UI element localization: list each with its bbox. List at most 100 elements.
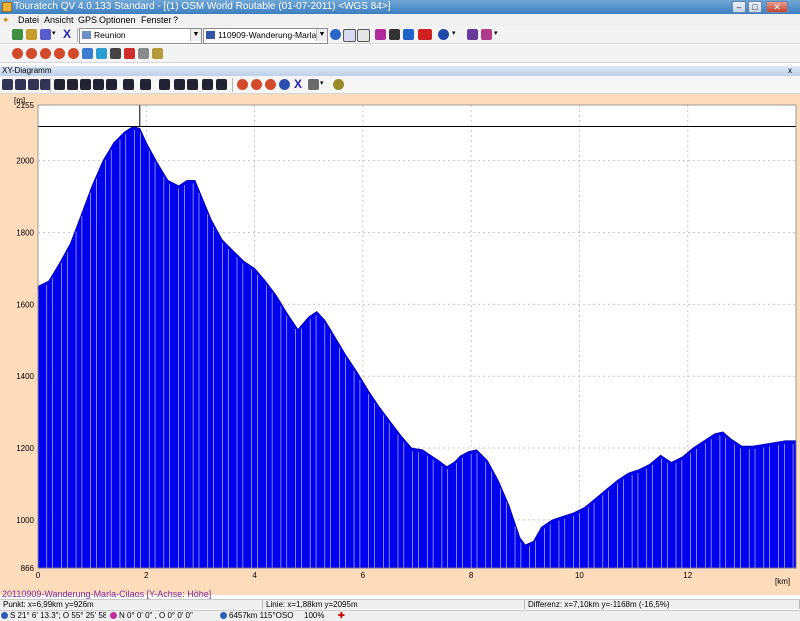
gps-icon[interactable] (40, 29, 51, 40)
compass-icon[interactable] (438, 29, 449, 40)
dropdown-arrow-icon[interactable]: ▾ (52, 30, 58, 37)
zoom-in-icon[interactable] (237, 79, 248, 90)
zoom-area-icon[interactable] (40, 48, 51, 59)
elevation-chart[interactable]: 866 1000 1200 1400 1600 1800 2000 2155 0 2 4 6 8 10 12 (0, 94, 800, 589)
region-select[interactable]: Reunion ▼ (79, 28, 202, 44)
zoom-in-icon[interactable] (12, 48, 23, 59)
tool-icon[interactable] (481, 29, 492, 40)
track-icon (206, 31, 215, 39)
zoom-fit-icon[interactable] (54, 48, 65, 59)
status-bar: Punkt: x=6,99km y=926m Linie: x=1,88km y… (0, 599, 800, 609)
target-icon (110, 612, 117, 620)
x-tick-label: 12 (683, 571, 692, 580)
y-height-icon[interactable] (54, 79, 65, 90)
chart-icon[interactable] (403, 29, 414, 40)
series-label: 20110909-Wanderung-Marla-Cilaos [Y-Achse… (2, 589, 212, 599)
zoom-toolbar (0, 45, 800, 63)
menu-datei[interactable]: Datei (18, 14, 39, 26)
dropdown-arrow-icon[interactable]: ▾ (320, 80, 326, 87)
gps-record-icon[interactable] (418, 29, 432, 40)
slope-icon[interactable] (216, 79, 227, 90)
refresh-icon[interactable] (96, 48, 107, 59)
layers-icon[interactable] (467, 29, 478, 40)
save-icon[interactable] (26, 29, 37, 40)
separator (50, 78, 51, 92)
binoculars-icon[interactable] (110, 48, 121, 59)
axis-speed-icon[interactable] (28, 79, 39, 90)
route-icon[interactable] (124, 48, 135, 59)
binoculars-icon[interactable] (389, 29, 400, 40)
zoom-out-icon[interactable] (26, 48, 37, 59)
delete-x-icon[interactable]: X (294, 78, 305, 90)
chevron-down-icon: ▼ (190, 29, 201, 41)
printer-icon[interactable] (308, 79, 319, 90)
close-button[interactable]: ✕ (766, 1, 788, 13)
dropdown-arrow-icon[interactable]: ▾ (494, 30, 500, 37)
menu-ansicht[interactable]: Ansicht (44, 14, 74, 26)
settings-icon[interactable] (138, 48, 149, 59)
y-heart-icon[interactable] (106, 79, 117, 90)
y-tick-label: 1600 (16, 300, 34, 309)
sum-icon[interactable] (123, 79, 134, 90)
diagram-toolbar: X ▾ (0, 76, 800, 94)
app-icon (2, 2, 12, 12)
map-icon (82, 31, 91, 39)
north-icon[interactable] (343, 29, 356, 42)
y-tick-label: 1400 (16, 372, 34, 381)
menu-optionen[interactable]: Optionen (99, 14, 136, 26)
smooth-icon[interactable] (159, 79, 170, 90)
globe-icon (1, 612, 8, 620)
status-coords: S 21° 6' 13.3"; O 55° 25' 58.9" (1, 611, 106, 621)
maximize-button[interactable]: □ (748, 1, 762, 13)
menu-doc-icon[interactable]: ✦ (2, 14, 10, 26)
status-zoom: 100% (304, 611, 325, 620)
y-climb-icon[interactable] (67, 79, 78, 90)
window-title: Touratech QV 4.0.133 Standard - [(1) OSM… (14, 1, 391, 12)
export-icon[interactable] (333, 79, 344, 90)
print-icon[interactable] (357, 29, 370, 42)
distance-text: 6457km 115°OSO (229, 611, 294, 620)
axis-time-icon[interactable] (15, 79, 26, 90)
minimize-button[interactable]: – (732, 1, 746, 13)
zoom-reset-icon[interactable] (68, 48, 79, 59)
zoom-window-icon[interactable] (265, 79, 276, 90)
profile-icon[interactable] (174, 79, 185, 90)
separator (77, 28, 78, 42)
n-field-text: N 0° 0' 0" , O 0° 0' 0" (119, 611, 193, 620)
people-icon[interactable] (375, 29, 386, 40)
coords-text: S 21° 6' 13.3"; O 55° 25' 58.9" (10, 611, 106, 620)
y-pace-icon[interactable] (93, 79, 104, 90)
y-tick-label: 1200 (16, 444, 34, 453)
folder-icon[interactable] (152, 48, 163, 59)
title-bar: Touratech QV 4.0.133 Standard - [(1) OSM… (0, 0, 800, 14)
open-icon[interactable] (12, 29, 23, 40)
x-tick-label: 4 (252, 571, 257, 580)
menu-help[interactable]: ? (173, 14, 178, 26)
sum-up-icon[interactable] (140, 79, 151, 90)
separator (232, 78, 233, 92)
menu-gps[interactable]: GPS (78, 14, 97, 26)
main-toolbar: ▾ X Reunion ▼ 110909-Wanderung-Marla-Cil… (0, 26, 800, 44)
map-view-icon[interactable] (82, 48, 93, 59)
crosshair-icon[interactable]: ✚ (338, 611, 352, 621)
axis-dist-icon[interactable] (2, 79, 13, 90)
dropdown-arrow-icon[interactable]: ▾ (452, 30, 458, 37)
y-speed-icon[interactable] (80, 79, 91, 90)
status-bar-coords: S 21° 6' 13.3"; O 55° 25' 58.9" N 0° 0' … (0, 610, 800, 621)
status-distance: 6457km 115°OSO (220, 611, 300, 621)
menu-fenster[interactable]: Fenster (141, 14, 172, 26)
panel-close-button[interactable]: x (788, 66, 792, 76)
status-n-field: N 0° 0' 0" , O 0° 0' 0" (110, 611, 215, 621)
target-icon[interactable] (330, 29, 341, 40)
status-linie: Linie: x=1,88km y=2095m (263, 600, 525, 609)
y-tick-label: 2000 (16, 157, 34, 166)
track-select[interactable]: 110909-Wanderung-Marla-Cilaos ▼ (203, 28, 328, 44)
fill-icon[interactable] (202, 79, 213, 90)
x-tick-label: 10 (575, 571, 584, 580)
x-tick-label: 6 (361, 571, 366, 580)
show-icon[interactable] (279, 79, 290, 90)
delete-x-icon[interactable]: X (63, 28, 74, 40)
zoom-out-icon[interactable] (251, 79, 262, 90)
bars-icon[interactable] (187, 79, 198, 90)
status-punkt: Punkt: x=6,99km y=926m (0, 600, 263, 609)
